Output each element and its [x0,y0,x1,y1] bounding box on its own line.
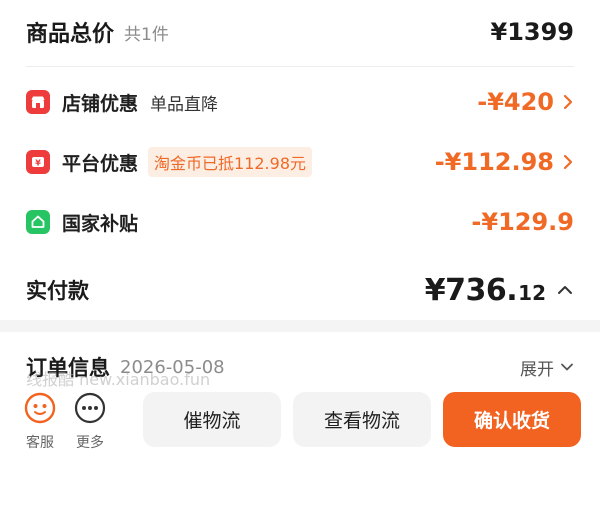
subsidy-row: 国家补贴 -¥129.9 [0,204,600,240]
more-dots-icon [74,392,106,428]
coin-icon: ¥ [26,150,50,174]
divider [26,66,574,67]
store-discount-sub: 单品直降 [150,94,219,115]
customer-service-button[interactable]: 客服 [20,392,60,452]
platform-discount-amount: -¥112.98 [434,148,554,176]
payment-cents: 12 [518,280,546,305]
more-label: 更多 [76,435,104,451]
view-logistics-button[interactable]: 查看物流 [293,392,431,447]
payment-label: 实付款 [26,279,89,303]
platform-discount-row[interactable]: ¥ 平台优惠 淘金币已抵112.98元 -¥112.98 [0,144,600,180]
subsidy-amount: -¥129.9 [471,208,574,236]
coin-deduction-badge: 淘金币已抵112.98元 [148,147,313,177]
platform-discount-label: 平台优惠 [62,152,139,175]
payment-row[interactable]: 实付款 ¥736. 12 [0,270,600,310]
svg-text:¥: ¥ [35,159,41,168]
expand-label[interactable]: 展开 [520,355,554,380]
chevron-right-icon [562,93,574,111]
service-face-icon [24,392,56,428]
store-icon [26,90,50,114]
chevron-up-icon[interactable] [556,284,574,296]
total-price: ¥1399 [490,18,575,46]
more-button[interactable]: 更多 [70,392,110,452]
bottom-action-bar: 客服 更多 催物流 查看物流 确认收货 [0,378,600,513]
subsidy-label: 国家补贴 [62,212,139,235]
store-discount-label: 店铺优惠 [62,92,139,115]
total-row: 商品总价 共1件 ¥1399 [0,14,600,50]
chevron-down-icon [560,362,574,372]
urge-delivery-button[interactable]: 催物流 [143,392,281,447]
chevron-right-icon [562,153,574,171]
watermark: 线报酷 new.xianbao.fun [26,370,211,389]
house-icon [26,210,50,234]
confirm-receipt-button[interactable]: 确认收货 [443,392,581,447]
customer-service-label: 客服 [26,435,54,451]
total-label: 商品总价 [26,22,115,47]
payment-amount: ¥736. [424,272,518,308]
item-count: 共1件 [124,24,169,45]
section-divider [0,320,600,332]
store-discount-amount: -¥420 [477,88,554,116]
store-discount-row[interactable]: 店铺优惠 单品直降 -¥420 [0,84,600,120]
